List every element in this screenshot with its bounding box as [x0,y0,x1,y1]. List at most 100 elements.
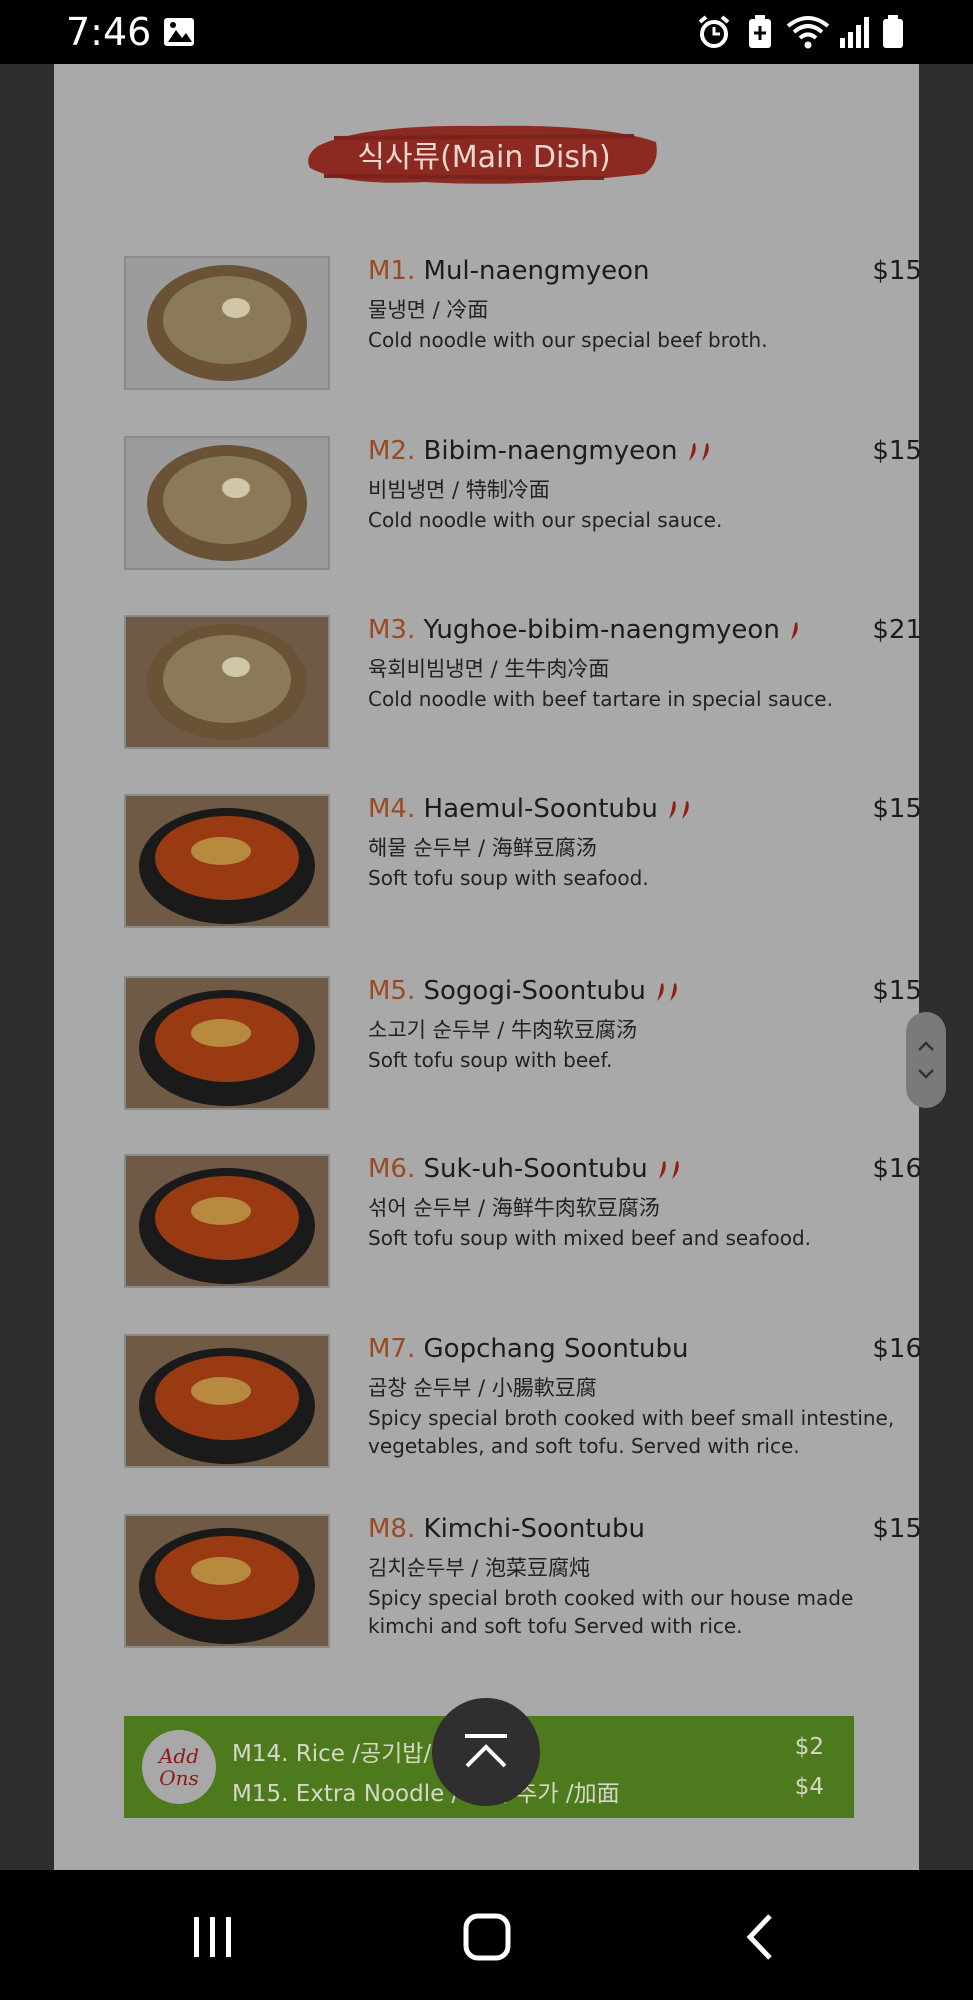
section-title: 식사류(Main Dish) [357,140,611,175]
menu-item-description: Spicy special broth cooked with our hous… [368,1586,854,1610]
dish-photo [124,615,330,749]
menu-item-code: M8. [368,1514,416,1544]
menu-page[interactable]: 식사류(Main Dish) M1. Mul-naengmyeon $15 물냉면 … [54,64,922,1870]
menu-item-price: $15 [872,976,922,1006]
addons-badge: Add Ons [142,1730,216,1804]
menu-item-name: Mul-naengmyeon [423,256,650,286]
menu-item-description: Cold noodle with our special sauce. [368,508,723,532]
menu-item-price: $16 [872,1154,922,1184]
menu-item-name: Haemul-Soontubu [423,794,658,824]
menu-item-info: M2. Bibim-naengmyeon $15 비빔냉면 / 特制冷面 Cold n… [368,436,928,534]
fast-scroll-handle[interactable] [906,1012,946,1108]
menu-item: M8. Kimchi-Soontubu $15 김치순두부 / 泡菜豆腐炖 Spicy… [124,1514,924,1654]
chili-pepper-icon [701,442,709,461]
menu-item-translation: 김치순두부 / 泡菜豆腐炖 [368,1556,591,1580]
menu-item: M2. Bibim-naengmyeon $15 비빔냉면 / 特制冷面 Cold n… [124,436,924,576]
menu-item-description: Soft tofu soup with beef. [368,1048,613,1072]
menu-item-code: M7. [368,1334,416,1364]
menu-item-translation: 비빔냉면 / 特制冷面 [368,478,550,502]
menu-item-name: Bibim-naengmyeon [423,436,678,466]
menu-item-translation: 물냉면 / 冷面 [368,298,489,322]
menu-item-price: $15 [872,1514,922,1544]
recent-apps-icon[interactable] [190,1914,236,1960]
menu-item-name: Yughoe-bibim-naengmyeon [423,615,780,645]
chevron-down-icon [918,1069,934,1079]
menu-item-code: M6. [368,1154,416,1184]
menu-item-name: Gopchang Soontubu [423,1334,689,1364]
menu-item-title: M8. Kimchi-Soontubu $15 [368,1514,928,1552]
menu-item-translation: 섞어 순두부 / 海鲜牛肉软豆腐汤 [368,1196,660,1220]
menu-item-info: M5. Sogogi-Soontubu $15 소고기 순두부 / 牛肉软豆腐汤 So… [368,976,928,1074]
menu-item-price: $16 [872,1334,922,1364]
menu-item: M1. Mul-naengmyeon $15 물냉면 / 冷面 Cold noodle… [124,256,924,396]
menu-item-info: M7. Gopchang Soontubu $16 곱창 순두부 / 小腸軟豆腐 Sp… [368,1334,928,1460]
menu-item-price: $21 [872,615,922,645]
menu-item-title: M1. Mul-naengmyeon $15 [368,256,928,294]
menu-item-code: M4. [368,794,416,824]
menu-item-title: M3. Yughoe-bibim-naengmyeon $21 [368,615,928,653]
status-bar: 7:46 [0,0,973,64]
menu-item-info: M4. Haemul-Soontubu $15 해물 순두부 / 海鲜豆腐汤 Soft… [368,794,928,892]
menu-item-description: Spicy special broth cooked with beef sma… [368,1406,895,1430]
signal-icon [840,17,869,48]
addon-price: $4 [794,1774,824,1800]
menu-item-price: $15 [872,256,922,286]
left-margin [0,64,54,1870]
chili-pepper-icon [656,982,664,1001]
alarm-icon [698,15,730,48]
dish-photo [124,1514,330,1648]
addon-label: M15. Extra Noodle / 사리 추가 /加面 [232,1781,620,1807]
addon-row: M15. Extra Noodle / 사리 추가 /加面 $4 [232,1774,842,1808]
menu-item-name: Kimchi-Soontubu [423,1514,645,1544]
addon-price: $2 [794,1734,824,1760]
back-icon[interactable] [742,1912,778,1962]
chili-pepper-icon [681,800,689,819]
addons-badge-line2: Ons [159,1766,199,1790]
wifi-icon [786,16,830,49]
chevron-up-icon [918,1041,934,1051]
addons-badge-line1: Add [158,1744,200,1768]
chili-pepper-icon [671,1160,679,1179]
menu-item-title: M6. Suk-uh-Soontubu $16 [368,1154,928,1192]
menu-item: M5. Sogogi-Soontubu $15 소고기 순두부 / 牛肉软豆腐汤 So… [124,976,924,1116]
menu-item-description: Soft tofu soup with seafood. [368,866,649,890]
battery-saver-icon [749,15,771,48]
menu-item-description: Cold noodle with our special beef broth. [368,328,768,352]
menu-item-name: Sogogi-Soontubu [423,976,646,1006]
image-icon [164,18,194,46]
menu-item: M4. Haemul-Soontubu $15 해물 순두부 / 海鲜豆腐汤 Soft… [124,794,924,934]
dish-photo [124,794,330,928]
menu-item-description: Cold noodle with beef tartare in special… [368,687,833,711]
menu-item-description: kimchi and soft tofu Served with rice. [368,1614,743,1638]
menu-item: M6. Suk-uh-Soontubu $16 섞어 순두부 / 海鲜牛肉软豆腐汤 S… [124,1154,924,1294]
menu-item-description: vegetables, and soft tofu. Served with r… [368,1434,800,1458]
menu-item-code: M5. [368,976,416,1006]
menu-item-info: M8. Kimchi-Soontubu $15 김치순두부 / 泡菜豆腐炖 Spicy… [368,1514,928,1640]
chili-pepper-icon [658,1160,666,1179]
menu-item-info: M3. Yughoe-bibim-naengmyeon $21 육회비빔냉면 / 生… [368,615,928,713]
menu-item-translation: 육회비빔냉면 / 生牛肉冷面 [368,657,610,681]
menu-item-title: M4. Haemul-Soontubu $15 [368,794,928,832]
menu-item-code: M3. [368,615,416,645]
addon-label: M14. Rice /공기밥/ [232,1741,432,1767]
scroll-to-top-button[interactable] [432,1698,540,1806]
home-icon[interactable] [462,1912,512,1962]
menu-item-price: $15 [872,436,922,466]
menu-item-translation: 해물 순두부 / 海鲜豆腐汤 [368,836,597,860]
chili-pepper-icon [688,442,696,461]
menu-item-code: M1. [368,256,416,286]
menu-item-translation: 곱창 순두부 / 小腸軟豆腐 [368,1376,597,1400]
menu-item-title: M2. Bibim-naengmyeon $15 [368,436,928,474]
menu-item-translation: 소고기 순두부 / 牛肉软豆腐汤 [368,1018,638,1042]
dish-photo [124,976,330,1110]
menu-item-name: Suk-uh-Soontubu [423,1154,648,1184]
dish-photo [124,256,330,390]
status-time: 7:46 [66,10,152,54]
menu-item-info: M1. Mul-naengmyeon $15 물냉면 / 冷面 Cold noodle… [368,256,928,354]
menu-item-title: M7. Gopchang Soontubu $16 [368,1334,928,1372]
chili-pepper-icon [669,982,677,1001]
menu-item: M3. Yughoe-bibim-naengmyeon $21 육회비빔냉면 / 生… [124,615,924,755]
menu-item-code: M2. [368,436,416,466]
menu-item-price: $15 [872,794,922,824]
navigation-bar [0,1870,973,2000]
